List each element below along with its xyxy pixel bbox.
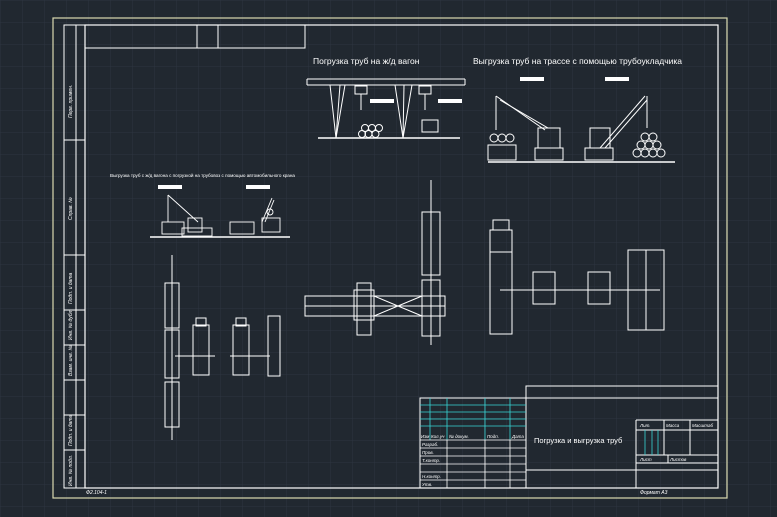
title-pipelayer-unloading: Выгрузка труб на трассе с помощью трубоу… bbox=[473, 56, 682, 66]
drawing-sheet: Перв. примен. Справ. № Подп. и дата Инв.… bbox=[0, 0, 777, 517]
tb-col-izm: Изм bbox=[421, 434, 429, 439]
frame-code-label: Ф2.104-1 bbox=[86, 490, 107, 496]
tb-massa: Масса bbox=[666, 423, 680, 428]
dimension-tag bbox=[370, 99, 394, 103]
tb-row-prov: Пров. bbox=[422, 450, 434, 455]
frame-format-label: Формат А3 bbox=[640, 490, 668, 496]
tb-row-nkontr: Н.контр. bbox=[422, 474, 441, 479]
side-inv-dubl: Инв. № дубл. bbox=[68, 309, 74, 340]
tb-lit: Лит. bbox=[639, 423, 651, 428]
cad-canvas[interactable]: Перв. примен. Справ. № Подп. и дата Инв.… bbox=[0, 0, 777, 517]
tb-listov: Листов bbox=[669, 457, 687, 462]
tb-row-razrab: Разраб. bbox=[422, 442, 438, 447]
title-mobile-crane: Выгрузка труб с ж/д вагона с погрузкой н… bbox=[110, 172, 295, 178]
tb-row-utv: Утв. bbox=[422, 482, 432, 487]
side-vzam-inv: Взам. инв. № bbox=[68, 344, 74, 376]
background-grid bbox=[0, 0, 777, 517]
tb-col-podp: Подп. bbox=[487, 434, 499, 439]
side-sprav-no: Справ. № bbox=[68, 197, 74, 220]
dimension-tag bbox=[158, 185, 182, 189]
dimension-tag bbox=[438, 99, 462, 103]
side-perv-primen: Перв. примен. bbox=[68, 85, 74, 118]
side-inv-podl: Инв. № подл. bbox=[68, 455, 74, 486]
tb-row-tkontr: Т.контр. bbox=[422, 458, 440, 463]
dimension-tag bbox=[605, 77, 629, 81]
dimension-tag bbox=[246, 185, 270, 189]
title-gantry-loading: Погрузка труб на ж/д вагон bbox=[313, 56, 420, 66]
tb-main-title: Погрузка и выгрузка труб bbox=[534, 436, 622, 445]
tb-col-kol: Кол.уч bbox=[431, 434, 445, 439]
tb-col-date: Дата bbox=[511, 434, 524, 439]
side-podp-data-1: Подп. и дата bbox=[68, 272, 74, 304]
tb-col-doc: № докум. bbox=[449, 434, 469, 439]
tb-masshtab: Масштаб bbox=[692, 423, 713, 428]
dimension-tag bbox=[520, 77, 544, 81]
tb-list: Лист bbox=[639, 457, 652, 462]
side-podp-data-2: Подп. и дата bbox=[68, 414, 74, 446]
